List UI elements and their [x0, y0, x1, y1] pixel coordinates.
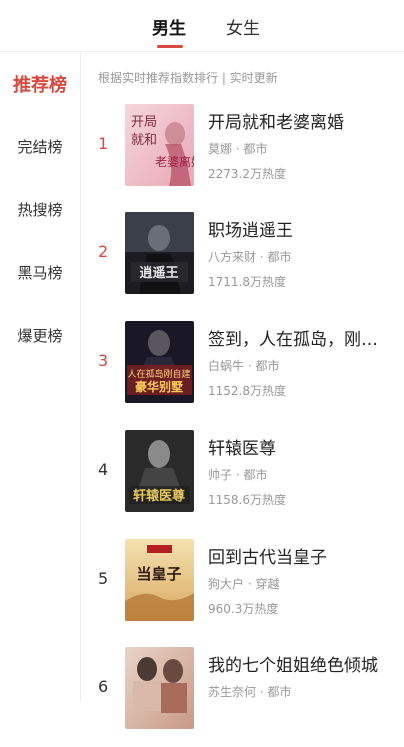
book-title: 签到，人在孤岛，刚… [208, 330, 378, 350]
svg-text:就和: 就和 [131, 133, 157, 148]
sidebar-item-recommend[interactable]: 推荐榜 [0, 71, 80, 97]
book-rank: 6 [98, 677, 109, 696]
book-title: 回到古代当皇子 [208, 548, 327, 568]
svg-text:轩辕医尊: 轩辕医尊 [133, 488, 185, 504]
book-rank: 3 [98, 351, 109, 370]
sidebar-item-hot-search[interactable]: 热搜榜 [0, 199, 80, 220]
book-cover [125, 647, 194, 729]
book-title: 开局就和老婆离婚 [208, 113, 344, 133]
svg-text:人在孤岛刚自建: 人在孤岛刚自建 [127, 368, 190, 380]
svg-text:当皇子: 当皇子 [136, 565, 181, 583]
book-item[interactable]: 6 我的七个姐姐绝色倾城 苏生奈何 · 都市 [81, 647, 404, 747]
book-cover: 开局 就和 老婆离婚 [125, 104, 194, 186]
book-title: 我的七个姐姐绝色倾城 [208, 656, 378, 676]
book-item[interactable]: 3 人在孤岛刚自建 豪华别墅 签到，人在孤岛，刚… 白蜗牛 · 都市 1152.… [81, 321, 404, 421]
book-rank: 2 [98, 242, 109, 261]
book-cover: 人在孤岛刚自建 豪华别墅 [125, 321, 194, 403]
ranking-subtitle: 根据实时推荐指数排行 | 实时更新 [98, 71, 278, 85]
book-item[interactable]: 4 轩辕医尊 轩辕医尊 帅子 · 都市 1158.6万热度 [81, 430, 404, 530]
svg-text:老婆离婚: 老婆离婚 [155, 154, 194, 169]
book-title: 职场逍遥王 [208, 221, 293, 241]
book-meta: 狗大户 · 穿越 [208, 577, 280, 591]
tab-female[interactable]: 女生 [226, 14, 260, 39]
book-item[interactable]: 1 开局 就和 老婆离婚 开局就和老婆离婚 莫娜 · 都市 2273.2万热度 [81, 104, 404, 204]
book-heat: 1158.6万热度 [208, 493, 286, 507]
book-cover: 轩辕医尊 [125, 430, 194, 512]
book-rank: 4 [98, 460, 109, 479]
book-heat: 1711.8万热度 [208, 275, 286, 289]
book-item[interactable]: 2 逍遥王 职场逍遥王 八方来财 · 都市 1711.8万热度 [81, 212, 404, 312]
book-meta: 帅子 · 都市 [208, 468, 268, 482]
book-item[interactable]: 5 当皇子 回到古代当皇子 狗大户 · 穿越 960.3万热度 [81, 539, 404, 639]
book-meta: 八方来财 · 都市 [208, 250, 292, 264]
gender-tabs: 男生 女生 [0, 0, 404, 50]
book-cover: 当皇子 [125, 539, 194, 621]
book-heat: 2273.2万热度 [208, 167, 286, 181]
svg-text:豪华别墅: 豪华别墅 [135, 379, 183, 394]
book-meta: 莫娜 · 都市 [208, 142, 268, 156]
cover-title: 开局 [131, 115, 157, 130]
book-rank: 1 [98, 134, 109, 153]
sidebar-item-completed[interactable]: 完结榜 [0, 136, 80, 157]
book-cover: 逍遥王 [125, 212, 194, 294]
book-meta: 白蜗牛 · 都市 [208, 359, 280, 373]
book-rank: 5 [98, 569, 109, 588]
active-tab-indicator [157, 45, 183, 48]
book-meta: 苏生奈何 · 都市 [208, 685, 292, 699]
ranking-sidebar: 推荐榜 完结榜 热搜榜 黑马榜 爆更榜 [0, 52, 80, 701]
sidebar-item-update-burst[interactable]: 爆更榜 [0, 325, 80, 346]
book-heat: 960.3万热度 [208, 602, 279, 616]
book-heat: 1152.8万热度 [208, 384, 286, 398]
svg-text:逍遥王: 逍遥王 [139, 265, 178, 281]
sidebar-item-dark-horse[interactable]: 黑马榜 [0, 262, 80, 283]
book-title: 轩辕医尊 [208, 439, 276, 459]
tab-male[interactable]: 男生 [152, 14, 186, 39]
